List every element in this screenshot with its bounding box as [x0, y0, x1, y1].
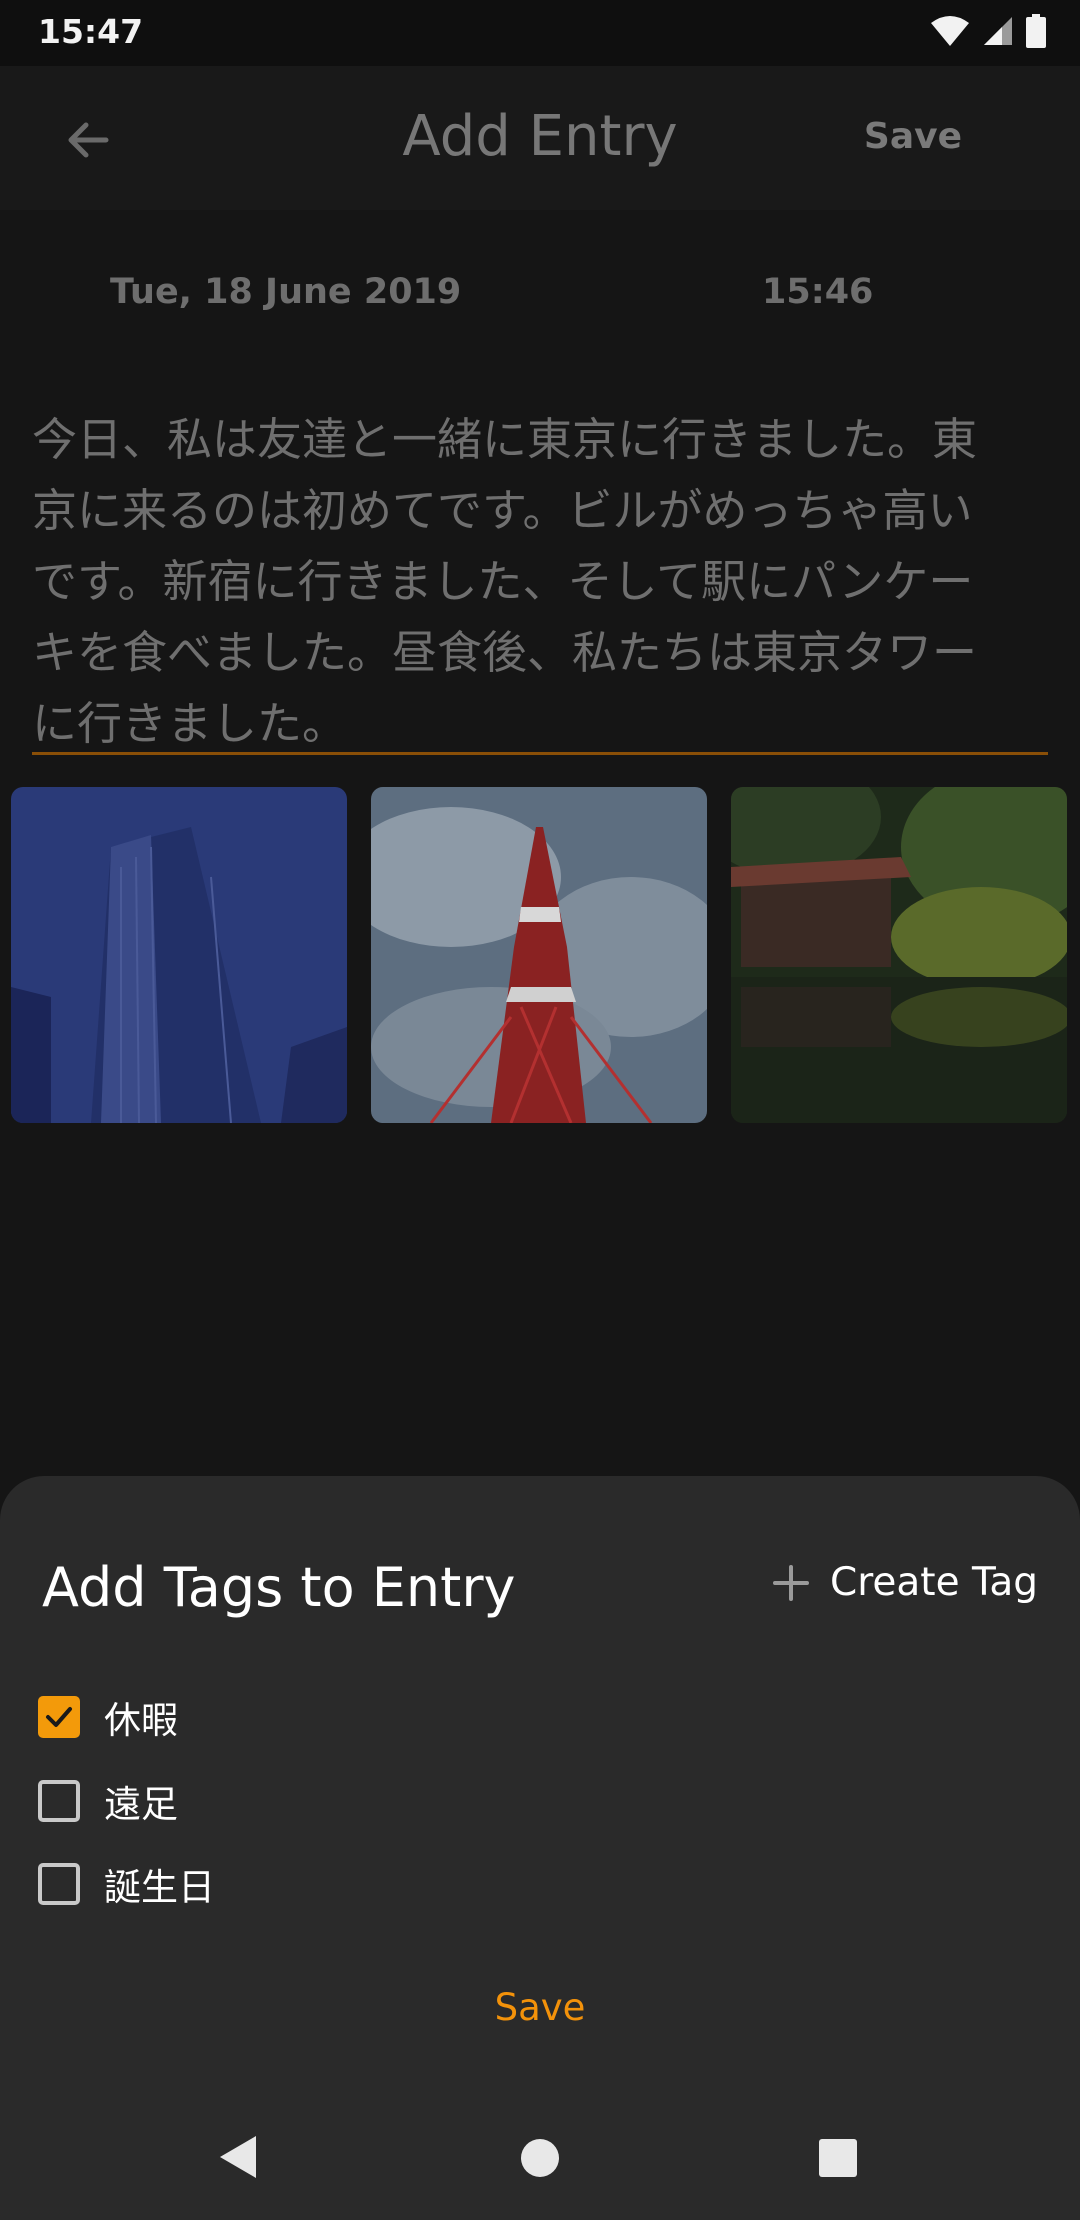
status-bar: 15:47 — [0, 0, 1080, 66]
status-time: 15:47 — [38, 12, 144, 51]
system-nav-bar — [0, 2100, 1080, 2220]
entry-text-line: 今日、私は友達と一緒に東京に行きました。東 — [32, 413, 978, 466]
wifi-icon — [931, 16, 969, 46]
signal-icon — [984, 17, 1012, 45]
back-triangle-icon[interactable] — [218, 2134, 258, 2180]
sheet-title: Add Tags to Entry — [42, 1556, 516, 1619]
tag-item[interactable]: 休暇 — [38, 1689, 178, 1745]
recents-square-icon[interactable] — [818, 2138, 858, 2178]
entry-date[interactable]: Tue, 18 June 2019 — [110, 272, 461, 312]
battery-icon — [1026, 14, 1046, 48]
plus-icon — [772, 1564, 809, 1601]
checkbox[interactable] — [38, 1863, 80, 1905]
tag-item[interactable]: 誕生日 — [38, 1856, 215, 1912]
create-tag-button[interactable]: Create Tag — [772, 1560, 1038, 1605]
create-tag-label: Create Tag — [829, 1560, 1038, 1605]
entry-time[interactable]: 15:46 — [762, 272, 873, 312]
tag-label: 遠足 — [104, 1783, 178, 1826]
checkbox[interactable] — [38, 1780, 80, 1822]
save-button[interactable]: Save — [864, 116, 962, 157]
tokyo-tower-photo[interactable] — [371, 787, 707, 1123]
text-field-underline — [32, 752, 1048, 755]
checkbox-checked[interactable] — [38, 1696, 80, 1738]
sheet-save-button[interactable]: Save — [0, 1986, 1080, 2029]
entry-text-line: キを食べました。昼食後、私たちは東京タワー — [32, 626, 978, 679]
entry-text-line: です。新宿に行きました、そして駅にパンケー — [32, 555, 974, 608]
tag-label: 誕生日 — [104, 1866, 215, 1909]
tag-label: 休暇 — [104, 1699, 178, 1742]
entry-text-line: に行きました。 — [32, 697, 348, 750]
entry-text-line: 京に来るのは初めてです。ビルがめっちゃ高い — [32, 484, 973, 537]
status-icons — [930, 14, 1046, 48]
entry-text-field[interactable]: 今日、私は友達と一緒に東京に行きました。東 京に来るのは初めてです。ビルがめっち… — [32, 404, 1042, 759]
tag-item[interactable]: 遠足 — [38, 1773, 178, 1829]
checkmark-icon — [46, 1707, 72, 1727]
app-bar: Add Entry Save — [0, 66, 1080, 210]
skyscraper-photo[interactable] — [11, 787, 347, 1123]
garden-pond-photo[interactable] — [731, 787, 1067, 1123]
home-circle-icon[interactable] — [520, 2138, 560, 2178]
